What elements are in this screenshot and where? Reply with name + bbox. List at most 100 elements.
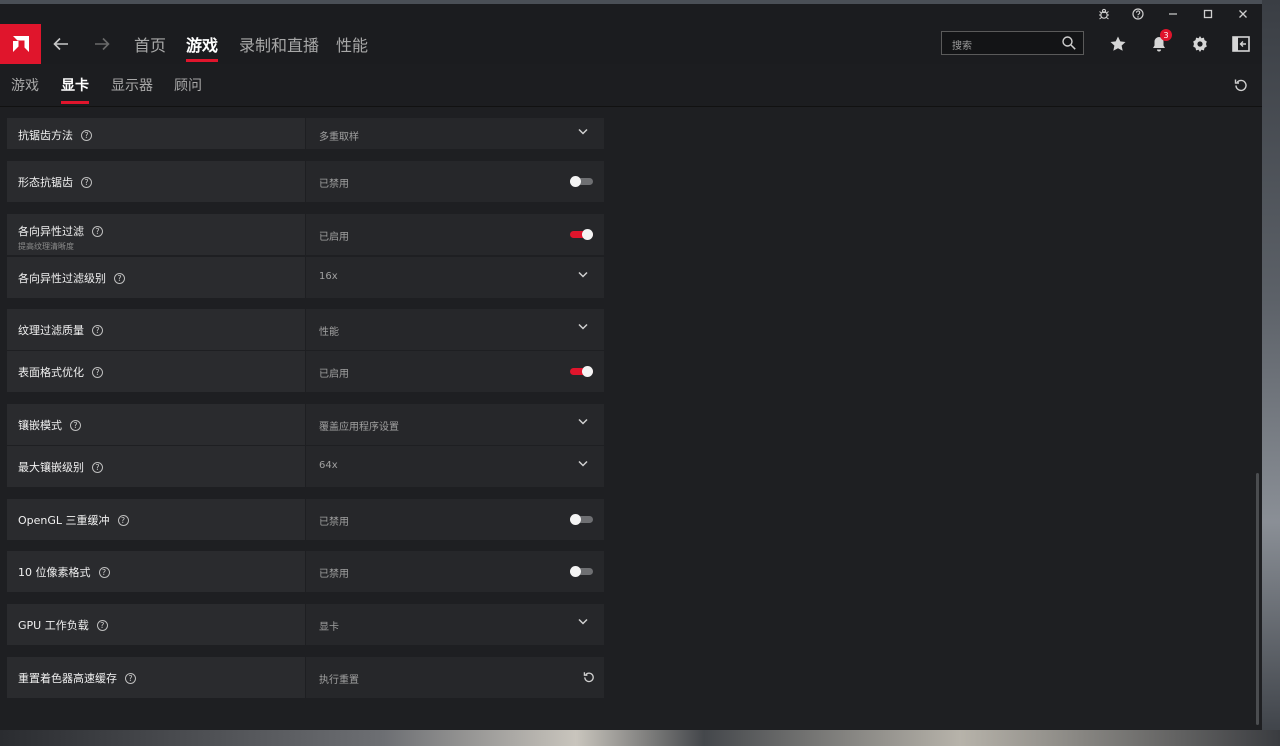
setting-value: 64x [319, 460, 338, 471]
setting-label: 10 位像素格式 [18, 566, 91, 579]
help-icon[interactable]: ? [81, 176, 92, 188]
help-icon[interactable]: ? [114, 272, 125, 284]
close-icon[interactable] [1227, 4, 1259, 24]
help-icon[interactable]: ? [92, 461, 103, 473]
setting-value: 已禁用 [319, 517, 349, 528]
toggle-switch[interactable] [570, 229, 593, 240]
setting-value: 已禁用 [319, 179, 349, 190]
amd-software-window: 首页 游戏 录制和直播 性能 搜索 3 游戏 显卡 显示器 顾问 抗锯齿方法 ?… [0, 4, 1262, 730]
nav-tab-gaming[interactable]: 游戏 [186, 24, 219, 64]
chevron-down-icon[interactable] [578, 128, 588, 135]
setting-label: OpenGL 三重缓冲 [18, 514, 110, 527]
sub-tab-advisors[interactable]: 顾问 [174, 64, 202, 106]
help-icon[interactable]: ? [70, 419, 81, 431]
setting-label: 抗锯齿方法 [18, 129, 73, 142]
notifications-bell-icon[interactable]: 3 [1141, 24, 1177, 64]
setting-row-surface-format-optimization[interactable]: 表面格式优化? 已启用 [7, 351, 604, 392]
help-icon[interactable]: ? [117, 514, 129, 526]
dropdown[interactable]: 性能 [306, 309, 604, 350]
setting-row-anisotropic-filtering[interactable]: 各向异性过滤? 提高纹理清晰度 已启用 [7, 214, 604, 255]
nav-tab-record-stream[interactable]: 录制和直播 [239, 24, 319, 64]
reset-action-button[interactable]: 执行重置 [306, 657, 604, 698]
setting-row-anisotropic-level[interactable]: 各向异性过滤级别? 16x [7, 257, 604, 298]
setting-label: 各向异性过滤 [18, 225, 84, 238]
help-icon[interactable]: ? [81, 129, 92, 141]
setting-value: 覆盖应用程序设置 [319, 422, 399, 433]
setting-row-texture-filtering-quality[interactable]: 纹理过滤质量? 性能 [7, 309, 604, 350]
toggle-switch[interactable] [570, 366, 593, 377]
nav-tab-home[interactable]: 首页 [134, 24, 166, 64]
amd-logo[interactable] [0, 24, 41, 64]
setting-row-gpu-workload[interactable]: GPU 工作负载? 显卡 [7, 604, 604, 645]
setting-label: 各向异性过滤级别 [18, 272, 106, 285]
forward-arrow-icon[interactable] [87, 24, 117, 64]
setting-value: 已禁用 [319, 569, 349, 580]
setting-value: 16x [319, 271, 338, 282]
setting-row-opengl-triple-buffering[interactable]: OpenGL 三重缓冲? 已禁用 [7, 499, 604, 540]
sub-tab-games[interactable]: 游戏 [11, 64, 39, 106]
search-icon[interactable] [1061, 35, 1077, 55]
settings-gear-icon[interactable] [1182, 24, 1218, 64]
setting-label: 镶嵌模式 [18, 419, 62, 432]
setting-value: 性能 [319, 327, 339, 338]
graphics-settings-panel: 抗锯齿方法? 多重取样 形态抗锯齿? 已禁用 各向异性过滤? 提高纹理清晰度 已… [0, 107, 1262, 730]
search-input[interactable]: 搜索 [941, 31, 1084, 55]
setting-row-reset-shader-cache[interactable]: 重置着色器高速缓存? 执行重置 [7, 657, 604, 698]
nav-tab-performance[interactable]: 性能 [336, 24, 368, 64]
dropdown[interactable]: 64x [306, 446, 604, 487]
title-bar [0, 4, 1262, 24]
setting-value: 已启用 [319, 232, 349, 243]
notification-count-badge: 3 [1160, 29, 1172, 41]
setting-label: 形态抗锯齿 [18, 176, 73, 189]
help-icon[interactable]: ? [92, 225, 103, 237]
toggle-switch[interactable] [570, 176, 593, 187]
reset-icon[interactable] [583, 671, 595, 683]
help-icon[interactable]: ? [96, 619, 108, 631]
sidebar-toggle-icon[interactable] [1223, 24, 1259, 64]
setting-row-morphological-aa[interactable]: 形态抗锯齿? 已禁用 [7, 161, 604, 202]
scrollbar-thumb[interactable] [1256, 473, 1259, 725]
setting-label: 最大镶嵌级别 [18, 461, 84, 474]
setting-label: 表面格式优化 [18, 366, 84, 379]
sub-tab-graphics[interactable]: 显卡 [61, 64, 89, 106]
dropdown[interactable]: 16x [306, 257, 604, 298]
sub-navigation: 游戏 显卡 显示器 顾问 [0, 64, 1262, 107]
search-placeholder: 搜索 [952, 41, 972, 52]
setting-row-anti-aliasing-method[interactable]: 抗锯齿方法? 多重取样 [7, 118, 604, 149]
dropdown[interactable]: 覆盖应用程序设置 [306, 404, 604, 445]
setting-value: 多重取样 [319, 132, 359, 143]
setting-description: 提高纹理清晰度 [18, 242, 74, 251]
desktop-background-right [1262, 0, 1280, 746]
help-icon[interactable]: ? [92, 324, 103, 336]
dropdown[interactable]: 显卡 [306, 604, 604, 645]
setting-value: 已启用 [319, 369, 349, 380]
bug-report-icon[interactable] [1088, 4, 1120, 24]
setting-label: 纹理过滤质量 [18, 324, 84, 337]
favorites-star-icon[interactable] [1100, 24, 1136, 64]
toggle-switch[interactable] [570, 514, 593, 525]
toggle-switch[interactable] [570, 566, 593, 577]
setting-row-10-bit-pixel-format[interactable]: 10 位像素格式? 已禁用 [7, 551, 604, 592]
dropdown[interactable]: 多重取样 [306, 118, 604, 149]
setting-value: 显卡 [319, 622, 339, 633]
chevron-down-icon[interactable] [578, 618, 588, 625]
maximize-icon[interactable] [1192, 4, 1224, 24]
chevron-down-icon[interactable] [578, 418, 588, 425]
help-icon[interactable]: ? [125, 672, 136, 684]
chevron-down-icon[interactable] [578, 323, 588, 330]
minimize-icon[interactable] [1157, 4, 1189, 24]
setting-row-tessellation-mode[interactable]: 镶嵌模式? 覆盖应用程序设置 [7, 404, 604, 445]
desktop-background-bottom [0, 730, 1280, 746]
help-icon[interactable]: ? [98, 566, 110, 578]
top-navigation: 首页 游戏 录制和直播 性能 搜索 3 [0, 24, 1262, 64]
setting-value: 执行重置 [319, 675, 359, 686]
help-icon[interactable] [1122, 4, 1154, 24]
sub-tab-display[interactable]: 显示器 [111, 64, 153, 106]
reset-settings-icon[interactable] [1226, 64, 1256, 106]
back-arrow-icon[interactable] [46, 24, 76, 64]
setting-label: GPU 工作负载 [18, 619, 89, 632]
chevron-down-icon[interactable] [578, 460, 588, 467]
help-icon[interactable]: ? [92, 366, 103, 378]
setting-row-max-tessellation-level[interactable]: 最大镶嵌级别? 64x [7, 446, 604, 487]
chevron-down-icon[interactable] [578, 271, 588, 278]
